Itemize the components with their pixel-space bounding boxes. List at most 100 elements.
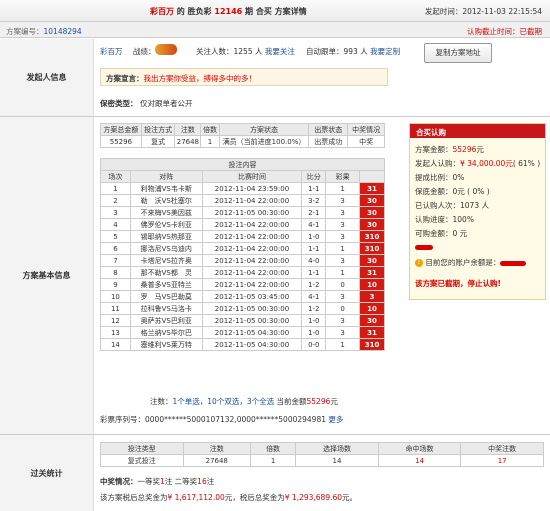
summary-cell: 27648: [174, 135, 202, 148]
match-row: 2勒 沃VS杜塞尔 2012-11-04 22:00:00 3-2 3 30: [100, 194, 385, 207]
summary-cell: 满员（当前进度100.0%）: [218, 135, 310, 148]
match-time: 2012-11-04 22:00:00: [201, 242, 303, 255]
match-time: 2012-11-04 22:00:00: [201, 278, 303, 291]
buy-initiator-value: ¥ 34,000.00元: [460, 159, 513, 168]
ticket-more-link[interactable]: 更多: [328, 415, 343, 424]
match-no: 2: [100, 194, 131, 207]
stats-header-row: 投注类型 注数 倍数 选择场数 命中场数 中奖注数: [100, 442, 544, 455]
match-no: 1: [100, 182, 131, 195]
match-row: 8 那不勒VS都 灵 2012-11-04 22:00:00 1-1 1 31: [100, 266, 385, 279]
bonus-mid: 元，税后总奖金为: [224, 493, 285, 502]
customize-link[interactable]: 我要定制: [370, 47, 400, 56]
match-pick: 30: [359, 206, 385, 219]
initiator-name[interactable]: 彩百万: [100, 46, 123, 57]
match-result: 3: [325, 290, 361, 303]
summary-table: 方案总金额 投注方式 注数 倍数 方案状态 出票状态 中奖情况 55296 复式…: [100, 123, 385, 148]
match-score: 3-2: [301, 194, 327, 207]
summary-header-row: 方案总金额 投注方式 注数 倍数 方案状态 出票状态 中奖情况: [100, 123, 385, 136]
summary-cell: 复式: [140, 135, 176, 148]
match-score: 1-0: [301, 230, 327, 243]
match-row: 6 挪洛尼VS乌迪内 2012-11-04 22:00:00 1-1 1 310: [100, 242, 385, 255]
followers-label: 关注人数：: [196, 47, 234, 56]
match-pick: 31: [359, 182, 385, 195]
buy-progress: 认购进度：100%: [415, 214, 474, 225]
sub-bar: 方案编号：10148294 认购截止时间：已截期: [0, 22, 550, 38]
win-second-label: 注 二等奖: [164, 477, 198, 486]
stop-time-value: 已截期: [519, 27, 543, 36]
title-issue: 12146: [214, 7, 243, 16]
stats-header: 选择场数: [295, 442, 379, 455]
buy-initiator: 发起人认购：¥ 34,000.00元( 61% ): [415, 158, 540, 169]
summary-cell: 出票成功: [308, 135, 349, 148]
declaration-label: 方案宣言：: [106, 74, 144, 83]
match-pick: 31: [359, 326, 385, 339]
match-time: 2012-11-05 04:30:00: [201, 326, 303, 339]
win-first-label: 一等奖: [137, 477, 161, 486]
match-body: 1 利物浦VS韦卡斯 2012-11-04 23:59:00 1-1 1 31 2 勒 沃VS…: [100, 182, 385, 351]
stats-value-row: 复式投注 27648 1 14 14 17: [100, 454, 544, 467]
match-no: 5: [100, 230, 131, 243]
match-result: 3: [325, 206, 361, 219]
ticket-serials: 彩票序列号：0000******5000107132,0000******500…: [100, 414, 343, 425]
auto-follow-count: 993: [343, 47, 358, 56]
follow-link[interactable]: 我要关注: [265, 47, 295, 56]
closed-notice: 该方案已截期，停止认购!: [415, 279, 501, 288]
match-no: 10: [100, 290, 131, 303]
match-score: 1-0: [301, 314, 327, 327]
secret-value: 仅对跟单者公开: [140, 99, 193, 108]
summary-header: 出票状态: [308, 123, 349, 136]
followers-unit: 人: [254, 47, 263, 56]
declaration-box: 方案宣言：我出方案你受益，搏得多中的多！: [100, 68, 388, 86]
match-score: 1-2: [301, 278, 327, 291]
match-header: [359, 170, 385, 183]
match-pick: 3: [359, 290, 385, 303]
summary-value-row: 55296 复式 27648 1 满员（当前进度100.0%） 出票成功 中奖: [100, 135, 385, 148]
buy-guarantee: 保底金额：0元 ( 0% ): [415, 186, 490, 197]
tally-amount-label: 当前金额: [274, 397, 307, 406]
match-teams: 格兰纳VS毕尔巴: [129, 326, 203, 339]
stats-cell: 复式投注: [100, 454, 184, 467]
stop-time: 认购截止时间：已截期: [467, 26, 542, 37]
match-time: 2012-11-04 23:59:00: [201, 182, 303, 195]
match-header-row: 场次 对阵 比赛时间 比分 彩果: [100, 170, 385, 183]
match-result: 1: [325, 242, 361, 255]
match-pick: 30: [359, 254, 385, 267]
publish-time-value: 2012-11-03 22:15:54: [462, 7, 542, 16]
buy-reward-label: 提成比例：: [415, 173, 453, 182]
buy-total-label: 方案金额：: [415, 145, 453, 154]
ticket-value: 0000******5000107132,0000******500029498…: [145, 415, 326, 424]
buy-initiator-label: 发起人认购：: [415, 159, 460, 168]
match-time: 2012-11-05 00:30:00: [201, 314, 303, 327]
match-score: 2-1: [301, 206, 327, 219]
match-teams: 不来梅VS美因兹: [129, 206, 203, 219]
redacted-user: [415, 242, 433, 251]
win-status: 中奖情况：一等奖1注 二等奖16注: [100, 476, 214, 487]
match-row: 3 不来梅VS美因兹 2012-11-05 00:30:00 2-1 3 30: [100, 206, 385, 219]
ticket-label: 彩票序列号：: [100, 415, 145, 424]
copy-url-button[interactable]: 复制方案地址: [424, 43, 492, 63]
match-result: 1: [325, 182, 361, 195]
match-result: 3: [325, 194, 361, 207]
match-teams: 奥萨苏VS巴利亚: [129, 314, 203, 327]
title-mid: 的 胜负彩: [176, 7, 212, 16]
match-time: 2012-11-05 04:30:00: [201, 338, 303, 351]
content-title-row: 投注内容: [100, 158, 385, 171]
stats-cell: 1: [249, 454, 297, 467]
summary-cell: 中奖: [347, 135, 385, 148]
balance-text: 目前您的账户余额是：: [425, 258, 501, 267]
match-row: 9 桑普多VS亚特兰 2012-11-04 22:00:00 1-2 0 10: [100, 278, 385, 291]
match-no: 14: [100, 338, 131, 351]
page-title: 彩百万 的 胜负彩 12146 期 合买 方案详情: [150, 6, 307, 17]
match-no: 11: [100, 302, 131, 315]
auto-follow: 自动跟单：993 人 我要定制: [306, 46, 400, 57]
summary-header: 方案总金额: [100, 123, 142, 136]
match-pick: 10: [359, 278, 385, 291]
match-time: 2012-11-04 22:00:00: [201, 254, 303, 267]
followers-count: 1255: [233, 47, 253, 56]
buy-box-header: 合买认购: [410, 124, 545, 138]
match-no: 8: [100, 266, 131, 279]
match-pick: 10: [359, 302, 385, 315]
win-label: 中奖情况：: [100, 477, 138, 486]
buy-box: 合买认购 方案金额：55296元 发起人认购：¥ 34,000.00元( 61%…: [409, 123, 546, 300]
match-result: 3: [325, 326, 361, 339]
